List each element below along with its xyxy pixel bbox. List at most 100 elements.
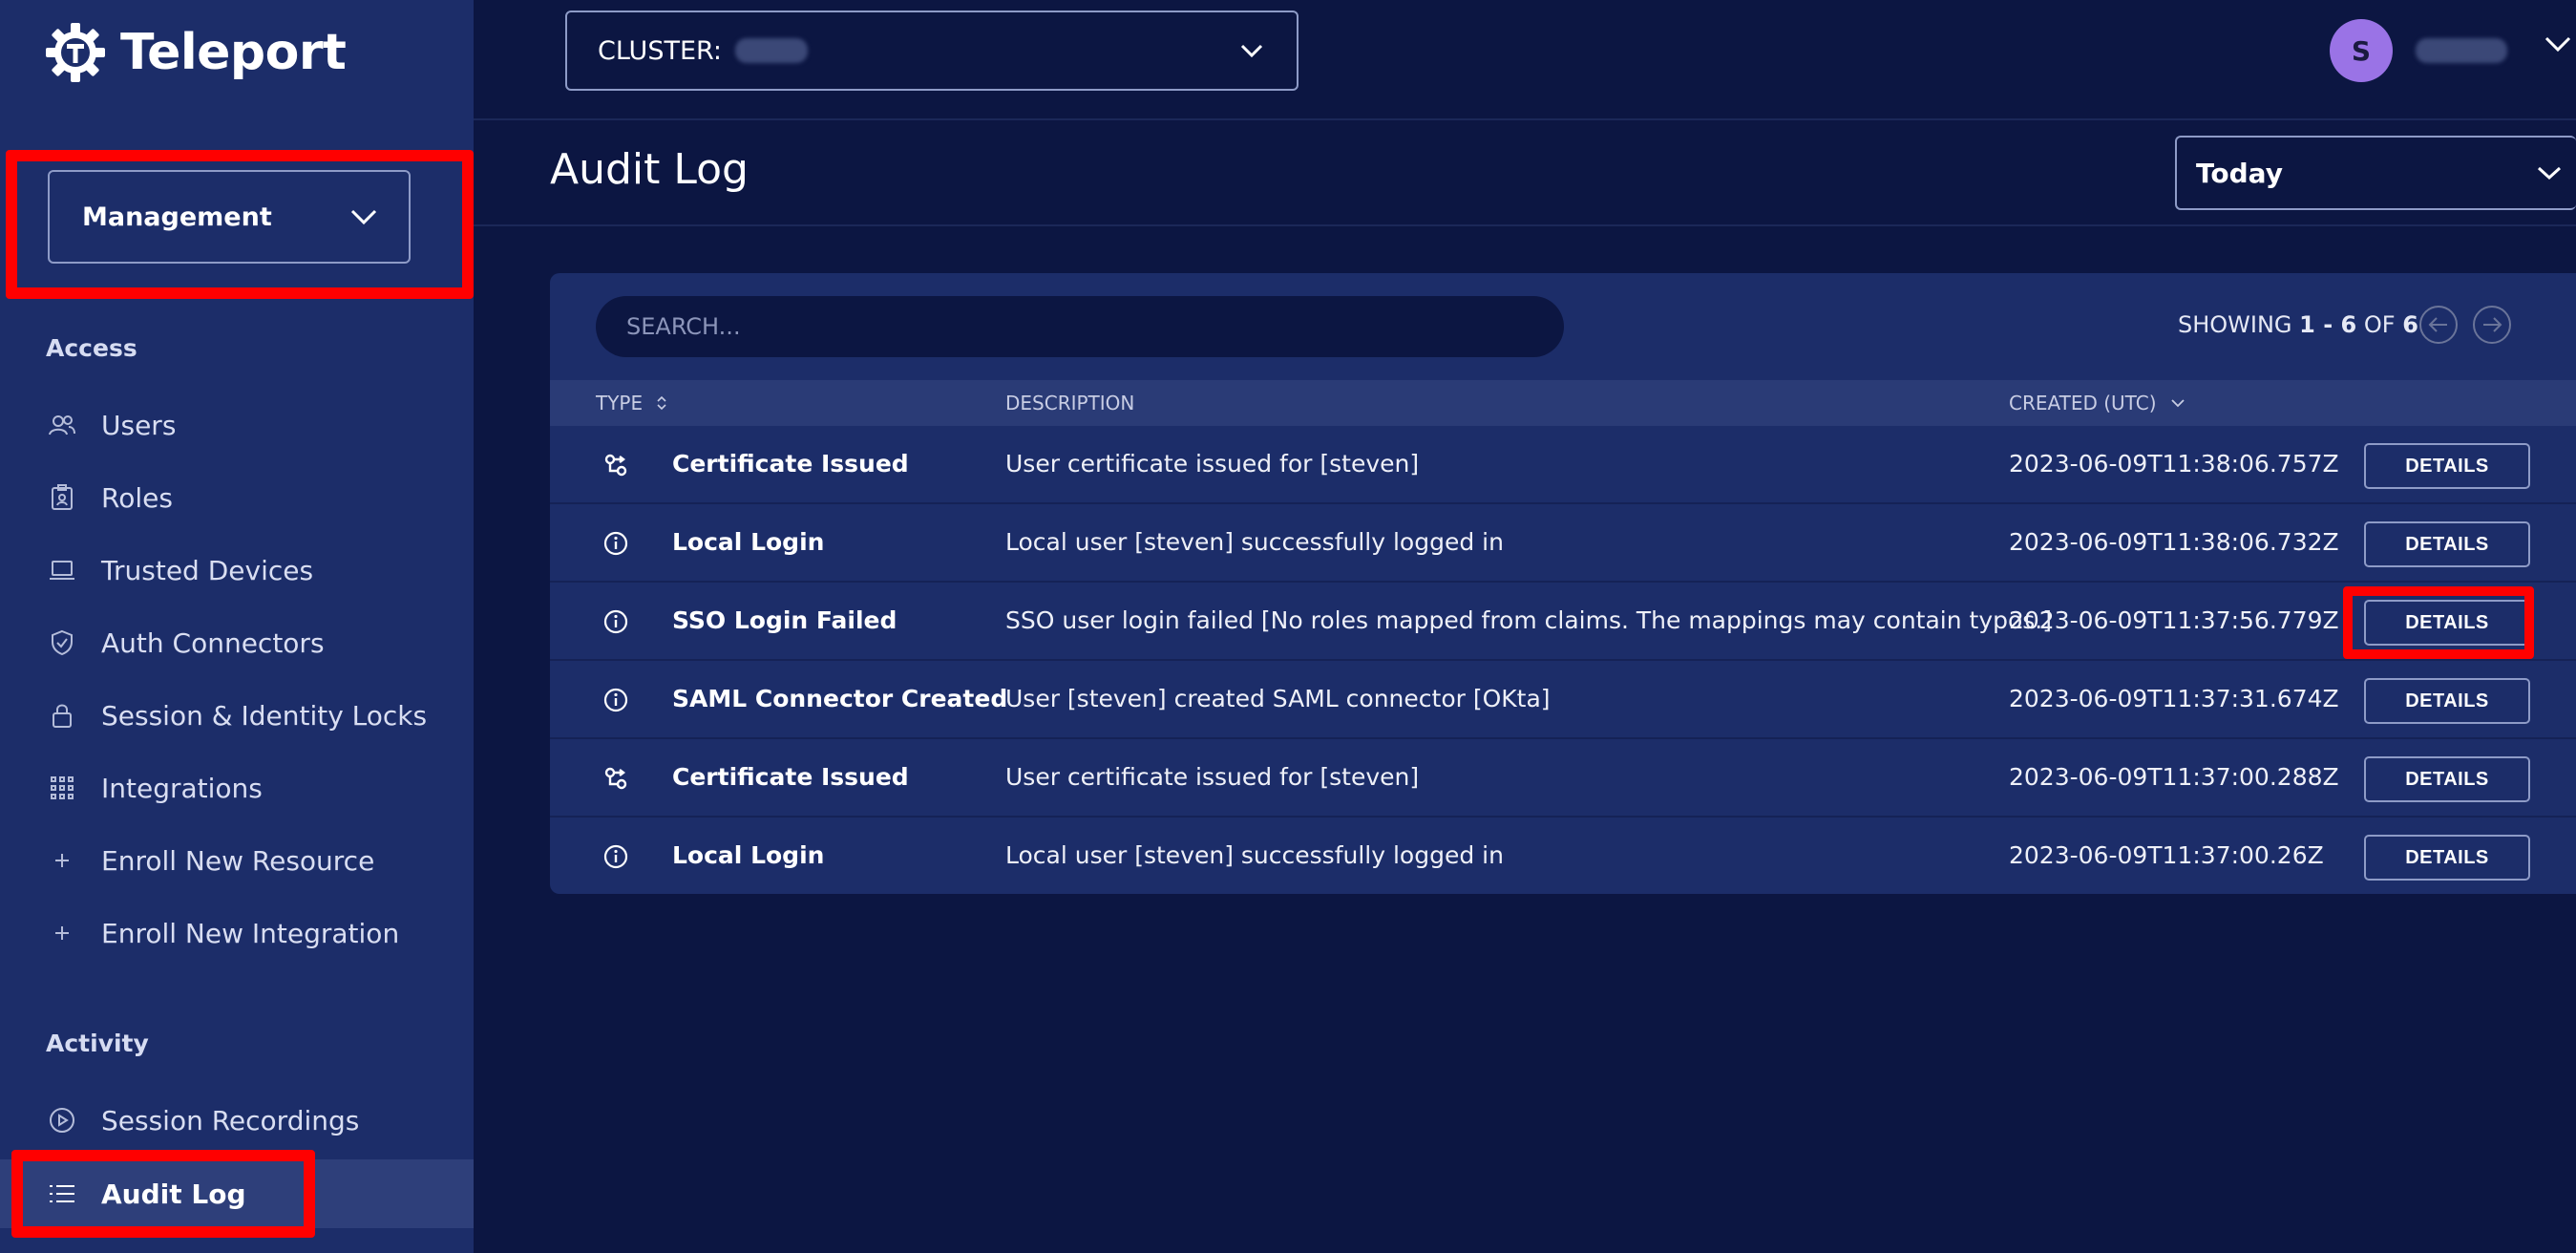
sort-icon bbox=[657, 395, 666, 411]
sidebar-item-label: Audit Log bbox=[101, 1178, 246, 1210]
event-description: User certificate issued for [steven] bbox=[1005, 450, 1420, 478]
event-description: User certificate issued for [steven] bbox=[1005, 763, 1420, 791]
date-range-label: Today bbox=[2196, 157, 2283, 189]
arrow-right-icon bbox=[2483, 317, 2502, 332]
sidebar: Teleport Management Access Users Roles T… bbox=[0, 0, 474, 1253]
column-header-type-label: TYPE bbox=[596, 392, 644, 414]
info-icon bbox=[603, 844, 628, 869]
details-button[interactable]: DETAILS bbox=[2364, 521, 2530, 567]
view-selector-label: Management bbox=[82, 202, 272, 232]
brand-name: Teleport bbox=[120, 24, 347, 81]
users-icon bbox=[48, 411, 76, 439]
table-row[interactable]: Local Login Local user [steven] successf… bbox=[550, 504, 2576, 583]
event-type: Certificate Issued bbox=[672, 450, 909, 478]
sidebar-item-label: Session Recordings bbox=[101, 1104, 360, 1136]
avatar[interactable]: S bbox=[2330, 19, 2393, 82]
sort-desc-icon bbox=[2170, 399, 2185, 408]
grid-icon bbox=[48, 774, 76, 802]
teleport-logo[interactable]: Teleport bbox=[44, 19, 347, 86]
sidebar-item-session-identity-locks[interactable]: Session & Identity Locks bbox=[0, 682, 474, 749]
event-created: 2023-06-09T11:38:06.732Z bbox=[2009, 528, 2339, 556]
details-button[interactable]: DETAILS bbox=[2364, 600, 2530, 646]
sidebar-item-session-recordings[interactable]: Session Recordings bbox=[0, 1087, 474, 1154]
showing-mid: OF bbox=[2356, 311, 2403, 338]
sidebar-item-enroll-new-resource[interactable]: Enroll New Resource bbox=[0, 827, 474, 894]
sidebar-item-label: Roles bbox=[101, 481, 173, 514]
table-row[interactable]: Local Login Local user [steven] successf… bbox=[550, 818, 2576, 896]
sidebar-item-label: Integrations bbox=[101, 772, 263, 804]
sidebar-item-label: Enroll New Resource bbox=[101, 844, 375, 877]
event-created: 2023-06-09T11:37:31.674Z bbox=[2009, 685, 2339, 712]
event-description: Local user [steven] successfully logged … bbox=[1005, 841, 1504, 869]
column-header-description-label: DESCRIPTION bbox=[1005, 392, 1135, 414]
section-title-activity: Activity bbox=[46, 1030, 149, 1057]
header-divider bbox=[474, 224, 2576, 226]
chevron-down-icon bbox=[350, 209, 377, 225]
sidebar-item-roles[interactable]: Roles bbox=[0, 464, 474, 531]
sidebar-item-label: Users bbox=[101, 409, 177, 441]
audit-log-card: SHOWING 1 - 6 OF 6 TYPE DESCRIPTION CREA… bbox=[550, 273, 2576, 894]
plus-icon bbox=[48, 919, 76, 947]
event-description: SSO user login failed [No roles mapped f… bbox=[1005, 606, 2053, 634]
laptop-icon bbox=[48, 556, 76, 584]
pagination-summary: SHOWING 1 - 6 OF 6 bbox=[2178, 311, 2418, 338]
sidebar-item-trusted-devices[interactable]: Trusted Devices bbox=[0, 537, 474, 604]
username-redacted bbox=[2416, 38, 2507, 63]
event-description: Local user [steven] successfully logged … bbox=[1005, 528, 1504, 556]
column-header-type[interactable]: TYPE bbox=[596, 392, 667, 414]
shield-icon bbox=[48, 628, 76, 657]
event-type: Local Login bbox=[672, 528, 825, 556]
info-icon bbox=[603, 531, 628, 556]
table-row[interactable]: SSO Login Failed SSO user login failed [… bbox=[550, 583, 2576, 661]
view-selector-dropdown[interactable]: Management bbox=[48, 170, 411, 264]
cluster-selector[interactable]: CLUSTER: bbox=[565, 11, 1299, 91]
teleport-gear-logo-icon bbox=[46, 23, 105, 82]
sidebar-item-integrations[interactable]: Integrations bbox=[0, 754, 474, 821]
sidebar-item-auth-connectors[interactable]: Auth Connectors bbox=[0, 609, 474, 676]
details-button[interactable]: DETAILS bbox=[2364, 756, 2530, 802]
table-row[interactable]: Certificate Issued User certificate issu… bbox=[550, 426, 2576, 504]
sidebar-item-audit-log[interactable]: Audit Log bbox=[0, 1159, 474, 1228]
user-menu-chevron-icon[interactable] bbox=[2544, 34, 2572, 53]
list-icon bbox=[48, 1179, 76, 1208]
sidebar-item-enroll-new-integration[interactable]: Enroll New Integration bbox=[0, 900, 474, 966]
info-icon bbox=[603, 609, 628, 634]
event-created: 2023-06-09T11:37:00.288Z bbox=[2009, 763, 2339, 791]
search-input[interactable] bbox=[596, 296, 1564, 357]
event-created: 2023-06-09T11:37:00.26Z bbox=[2009, 841, 2324, 869]
prev-page-button[interactable] bbox=[2419, 306, 2458, 344]
cluster-label: CLUSTER: bbox=[598, 35, 723, 66]
details-button[interactable]: DETAILS bbox=[2364, 678, 2530, 724]
table-header: TYPE DESCRIPTION CREATED (UTC) bbox=[550, 380, 2576, 426]
lock-icon bbox=[48, 701, 76, 730]
plus-icon bbox=[48, 846, 76, 875]
next-page-button[interactable] bbox=[2473, 306, 2511, 344]
info-icon bbox=[603, 688, 628, 712]
arrow-left-icon bbox=[2428, 317, 2447, 332]
sidebar-item-label: Enroll New Integration bbox=[101, 917, 400, 949]
event-created: 2023-06-09T11:38:06.757Z bbox=[2009, 450, 2339, 478]
event-type: SAML Connector Created bbox=[672, 685, 1008, 712]
details-button[interactable]: DETAILS bbox=[2364, 835, 2530, 881]
event-type: Local Login bbox=[672, 841, 825, 869]
chevron-down-icon bbox=[2537, 166, 2562, 181]
date-range-selector[interactable]: Today bbox=[2175, 136, 2576, 210]
chevron-down-icon bbox=[1240, 44, 1263, 58]
sidebar-item-label: Session & Identity Locks bbox=[101, 699, 428, 732]
details-button[interactable]: DETAILS bbox=[2364, 443, 2530, 489]
play-circle-icon bbox=[48, 1106, 76, 1135]
column-header-description: DESCRIPTION bbox=[1005, 392, 1134, 414]
table-row[interactable]: Certificate Issued User certificate issu… bbox=[550, 739, 2576, 818]
event-type: Certificate Issued bbox=[672, 763, 909, 791]
table-row[interactable]: SAML Connector Created User [steven] cre… bbox=[550, 661, 2576, 739]
page-title: Audit Log bbox=[550, 145, 749, 194]
event-type: SSO Login Failed bbox=[672, 606, 897, 634]
roles-icon bbox=[48, 483, 76, 512]
column-header-created[interactable]: CREATED (UTC) bbox=[2009, 392, 2185, 414]
event-created: 2023-06-09T11:37:56.779Z bbox=[2009, 606, 2339, 634]
column-header-created-label: CREATED (UTC) bbox=[2009, 392, 2157, 414]
showing-range: 1 - 6 bbox=[2299, 311, 2357, 338]
sidebar-item-label: Trusted Devices bbox=[101, 554, 314, 586]
section-title-access: Access bbox=[46, 334, 137, 362]
sidebar-item-users[interactable]: Users bbox=[0, 392, 474, 458]
